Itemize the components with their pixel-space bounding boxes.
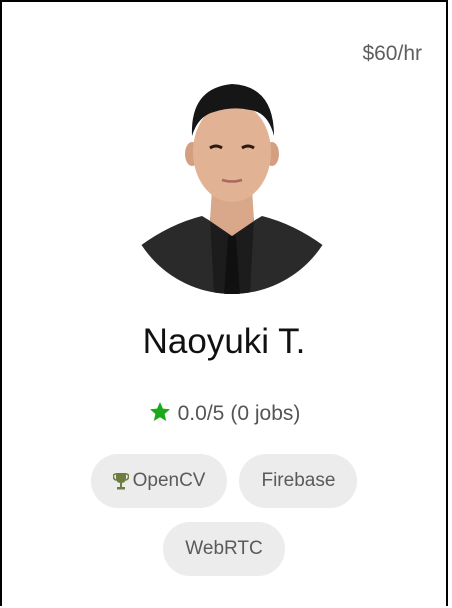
skill-row: WebRTC <box>2 522 446 576</box>
avatar <box>140 78 324 294</box>
skill-chip-opencv[interactable]: OpenCV <box>90 454 228 508</box>
star-icon <box>149 402 170 421</box>
jobs-count: (0 jobs) <box>230 402 301 425</box>
skill-label: OpenCV <box>132 470 206 491</box>
freelancer-name[interactable]: Naoyuki T. <box>2 322 446 362</box>
skills-list: OpenCV Firebase WebRTC <box>2 454 446 590</box>
skill-label: Firebase <box>261 470 336 491</box>
skill-label: WebRTC <box>185 538 263 559</box>
rating-score: 0.0/5 <box>177 402 225 425</box>
skill-row: OpenCV Firebase <box>2 454 446 508</box>
skill-chip-webrtc[interactable]: WebRTC <box>163 522 285 576</box>
skill-chip-firebase[interactable]: Firebase <box>239 454 358 508</box>
rating-summary: 0.0/5 (0 jobs) <box>2 400 446 426</box>
freelancer-card[interactable]: $60/hr Naoyuki T. 0.0/5 (0 jobs) OpenCV … <box>0 0 448 606</box>
trophy-icon <box>112 473 129 490</box>
hourly-rate: $60/hr <box>362 42 422 65</box>
